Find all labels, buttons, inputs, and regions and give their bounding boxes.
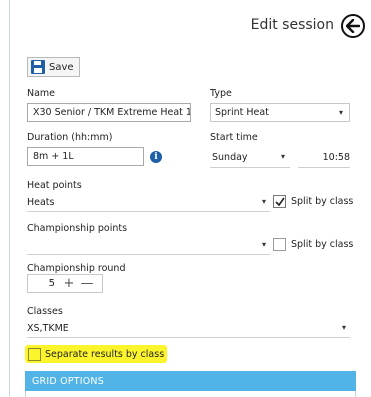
checkmark-icon xyxy=(274,197,285,206)
save-button-label: Save xyxy=(49,61,74,73)
separate-results-checkbox[interactable] xyxy=(28,348,41,361)
duration-input[interactable]: 8m + 1L xyxy=(27,147,144,166)
championship-round-label: Championship round xyxy=(27,263,126,274)
separate-results-label: Separate results by class xyxy=(45,349,165,360)
back-button[interactable] xyxy=(341,14,365,38)
championship-round-value: 5 xyxy=(48,278,55,289)
chevron-down-icon: ▾ xyxy=(261,240,266,249)
classes-label: Classes xyxy=(27,306,63,317)
plus-button[interactable]: + xyxy=(60,276,78,291)
chevron-down-icon: ▾ xyxy=(280,152,285,161)
page-title: Edit session xyxy=(250,17,334,33)
grid-options-title: GRID OPTIONS xyxy=(32,375,104,387)
championship-points-label: Championship points xyxy=(27,223,128,234)
start-time-underline xyxy=(298,167,350,168)
championship-points-select[interactable]: ▾ xyxy=(27,236,270,254)
left-border-rule xyxy=(9,0,10,397)
start-time-input[interactable]: 10:58 xyxy=(300,148,350,166)
start-time-label: Start time xyxy=(210,132,258,143)
start-day-value: Sunday xyxy=(212,151,248,163)
name-input-value: X30 Senior / TKM Extreme Heat 1 xyxy=(33,107,191,118)
heat-points-split-checkbox[interactable] xyxy=(273,195,286,208)
start-day-underline xyxy=(210,167,290,168)
chevron-down-icon: ▾ xyxy=(338,108,343,117)
type-select-value: Sprint Heat xyxy=(215,107,269,118)
start-time-value: 10:58 xyxy=(322,151,350,163)
page-header: Edit session xyxy=(0,14,371,42)
save-button[interactable]: Save xyxy=(27,57,80,77)
heat-points-split-label: Split by class xyxy=(291,196,354,207)
heat-points-label: Heat points xyxy=(27,180,82,191)
classes-select[interactable]: XS,TKME ▾ xyxy=(27,319,350,337)
minus-button[interactable]: — xyxy=(78,276,96,291)
classes-value: XS,TKME xyxy=(27,322,69,334)
grid-options-header[interactable]: GRID OPTIONS xyxy=(25,371,356,391)
type-label: Type xyxy=(210,88,232,99)
chevron-down-icon: ▾ xyxy=(261,197,266,206)
arrow-left-icon xyxy=(346,19,360,33)
championship-points-split-label: Split by class xyxy=(291,239,354,250)
start-day-select[interactable]: Sunday ▾ xyxy=(212,148,289,166)
classes-underline xyxy=(27,337,350,338)
info-icon[interactable]: i xyxy=(150,151,162,163)
grid-options-panel xyxy=(25,391,356,397)
name-input[interactable]: X30 Senior / TKM Extreme Heat 1 xyxy=(27,103,191,122)
championship-round-stepper[interactable]: 5 + — xyxy=(27,274,103,293)
heat-points-select[interactable]: Heats ▾ xyxy=(27,193,270,211)
heat-points-underline xyxy=(27,211,270,212)
name-label: Name xyxy=(27,88,56,99)
championship-points-underline xyxy=(27,254,270,255)
championship-points-split-checkbox[interactable] xyxy=(273,238,286,251)
chevron-down-icon: ▾ xyxy=(341,323,346,332)
floppy-disk-icon xyxy=(31,60,45,74)
duration-input-value: 8m + 1L xyxy=(33,151,74,162)
type-select[interactable]: Sprint Heat ▾ xyxy=(210,103,350,122)
duration-label: Duration (hh:mm) xyxy=(27,132,113,143)
heat-points-value: Heats xyxy=(27,196,55,208)
